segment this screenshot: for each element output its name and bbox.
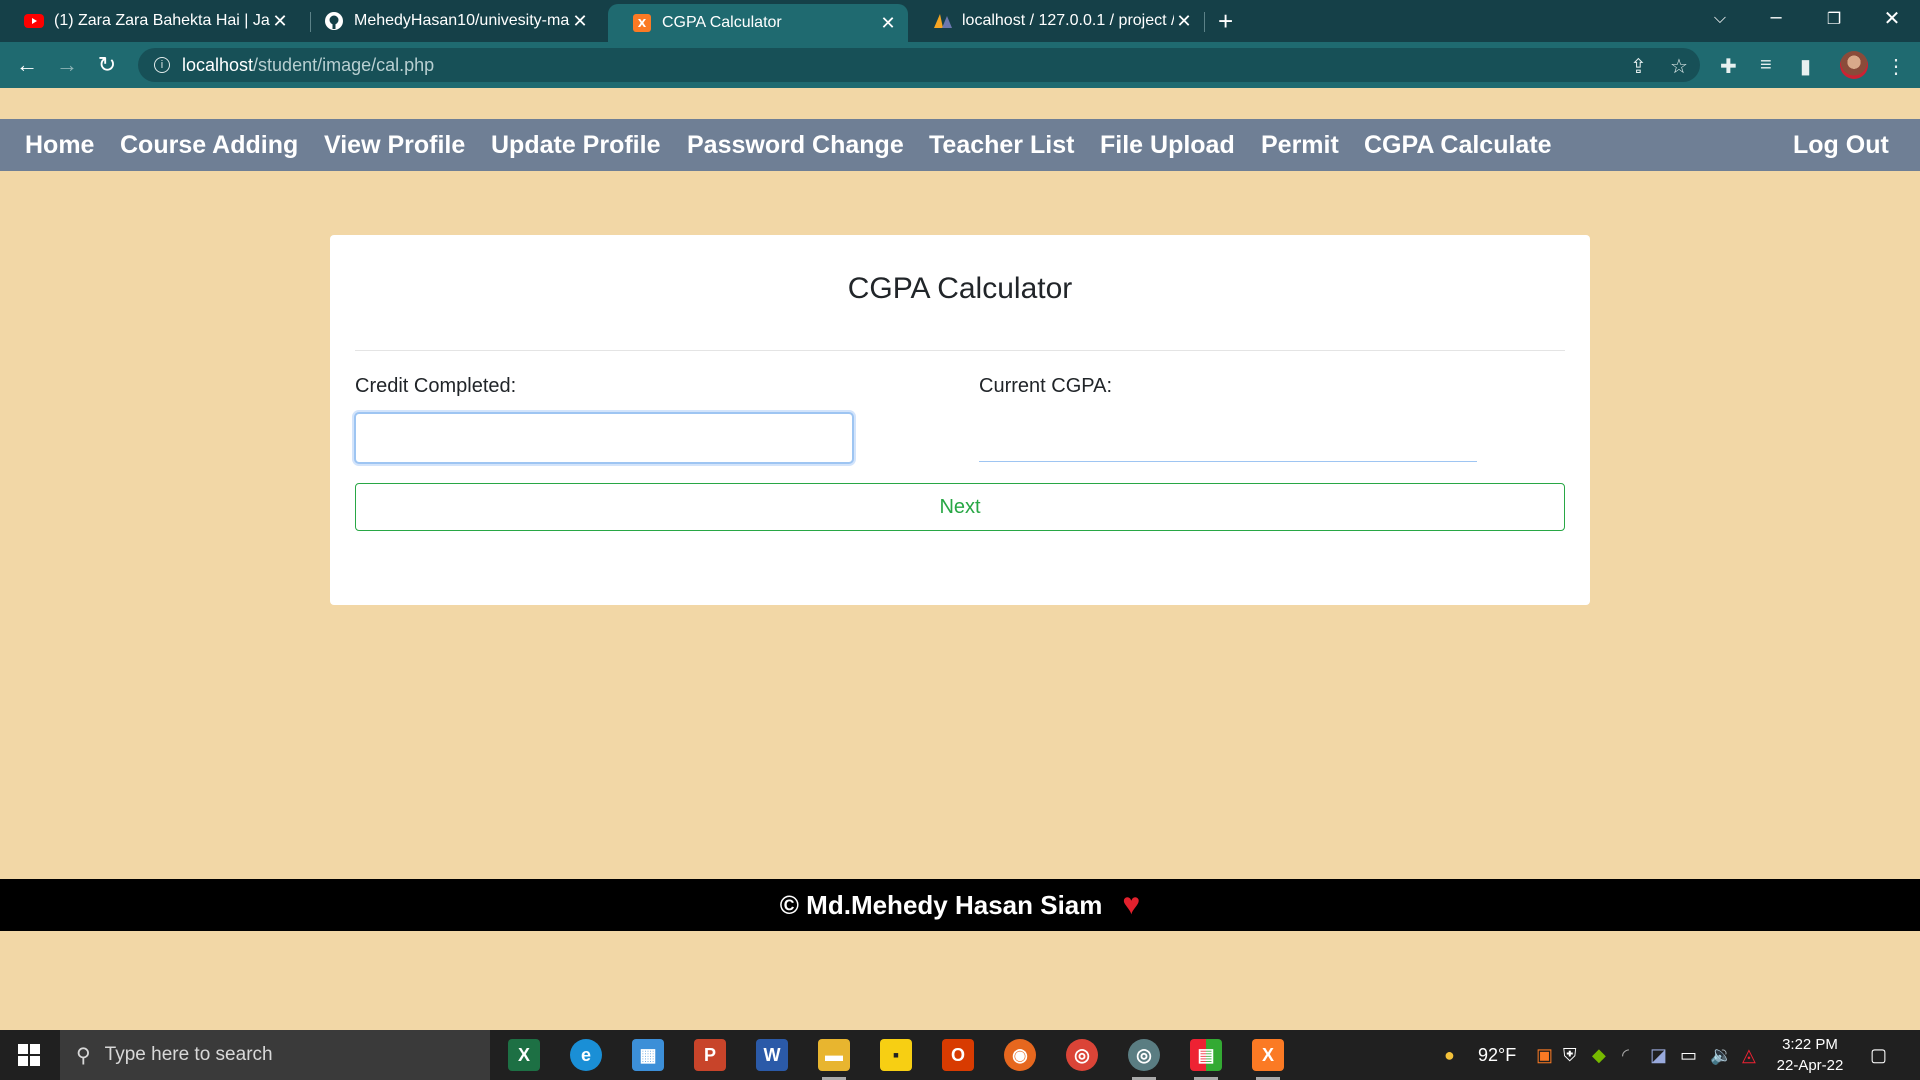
current-cgpa-label: Current CGPA: xyxy=(979,375,1112,397)
current-cgpa-input[interactable] xyxy=(979,412,1477,462)
xampp-tray-icon[interactable]: ▣ xyxy=(1536,1045,1553,1066)
side-panel-icon[interactable]: ▮ xyxy=(1800,54,1811,79)
nvidia-icon[interactable]: ◆ xyxy=(1592,1045,1606,1066)
tab-title: MehedyHasan10/univesity-mana xyxy=(354,12,570,29)
bookmark-star-icon[interactable]: ☆ xyxy=(1670,54,1688,79)
page-title: CGPA Calculator xyxy=(847,272,1073,305)
profile-avatar[interactable] xyxy=(1840,51,1868,79)
security-shield-icon[interactable]: ⛨ xyxy=(1563,1045,1577,1066)
browser-toolbar: ← → ↻ i localhost/student/image/cal.php … xyxy=(0,42,1920,88)
nav-cgpa-calculate[interactable]: CGPA Calculate xyxy=(1364,131,1552,160)
reload-icon[interactable]: ↻ xyxy=(92,52,122,78)
restore-button[interactable]: ❐ xyxy=(1814,9,1854,29)
volume-icon[interactable]: 🔉 xyxy=(1710,1045,1732,1066)
tab-title: localhost / 127.0.0.1 / project / tu xyxy=(962,12,1174,29)
defender-icon[interactable]: ◪ xyxy=(1650,1045,1667,1066)
browser-tab-bar: (1) Zara Zara Bahekta Hai | JalRaj ✕ Meh… xyxy=(0,0,1920,42)
url-host: localhost xyxy=(182,54,254,75)
nav-course-adding[interactable]: Course Adding xyxy=(120,131,298,160)
svg-text:X: X xyxy=(638,17,647,30)
close-tab-icon[interactable]: ✕ xyxy=(270,11,290,32)
nav-view-profile[interactable]: View Profile xyxy=(324,131,465,160)
chrome-icon[interactable]: ◎ xyxy=(1066,1039,1098,1071)
phpmyadmin-icon xyxy=(932,11,952,31)
tab-title: CGPA Calculator xyxy=(662,14,782,31)
nav-permit[interactable]: Permit xyxy=(1261,131,1339,160)
close-window-button[interactable]: ✕ xyxy=(1872,6,1912,31)
sticky-notes-icon[interactable]: ▪ xyxy=(880,1039,912,1071)
nav-update-profile[interactable]: Update Profile xyxy=(491,131,660,160)
xampp-icon: X xyxy=(632,13,652,33)
xampp-taskbar-icon[interactable]: X xyxy=(1252,1039,1284,1080)
extensions-puzzle-icon[interactable]: ✚ xyxy=(1720,54,1737,79)
nav-teacher-list[interactable]: Teacher List xyxy=(929,131,1074,160)
minimize-button[interactable]: – xyxy=(1756,6,1796,29)
heart-icon: ♥ xyxy=(1122,888,1141,921)
site-footer: © Md.Mehedy Hasan Siam ♥ xyxy=(0,879,1920,931)
cgpa-calculator-card: CGPA Calculator Credit Completed: Curren… xyxy=(330,235,1590,605)
file-explorer-icon[interactable]: ▬ xyxy=(818,1039,850,1080)
excel-icon[interactable]: X xyxy=(508,1039,540,1071)
weather-icon[interactable]: ● xyxy=(1444,1045,1455,1066)
nav-home[interactable]: Home xyxy=(25,131,94,160)
browser-tab-cgpa[interactable]: X CGPA Calculator ✕ xyxy=(608,4,908,42)
weather-temperature[interactable]: 92°F xyxy=(1478,1045,1516,1066)
clock-time: 3:22 PM xyxy=(1782,1036,1838,1053)
site-navbar: Home Course Adding View Profile Update P… xyxy=(0,119,1920,171)
windows-start-icon[interactable] xyxy=(18,1044,40,1066)
site-info-icon[interactable]: i xyxy=(154,57,170,73)
search-icon: ⚲ xyxy=(76,1044,91,1067)
media-queue-icon[interactable]: ≡ xyxy=(1760,54,1772,77)
browser-tab-github[interactable]: MehedyHasan10/univesity-mana ✕ xyxy=(300,0,600,42)
forward-arrow-icon[interactable]: → xyxy=(52,52,82,78)
credit-completed-label: Credit Completed: xyxy=(355,375,517,397)
nav-password-change[interactable]: Password Change xyxy=(687,131,904,160)
browser-tab-phpmyadmin[interactable]: localhost / 127.0.0.1 / project / tu ✕ xyxy=(908,0,1204,42)
chrome-profile-icon[interactable]: ◎ xyxy=(1128,1039,1160,1080)
close-tab-icon[interactable]: ✕ xyxy=(1174,11,1194,32)
close-tab-icon[interactable]: ✕ xyxy=(570,11,590,32)
windows-taskbar: ⚲ Type here to search X e ▦ P W ▬ ▪ O ◉ … xyxy=(0,1030,1920,1080)
tab-search-chevron-icon[interactable]: ⌵ xyxy=(1700,10,1740,28)
address-bar[interactable]: i localhost/student/image/cal.php xyxy=(138,48,1700,82)
notifications-icon[interactable]: ▢ xyxy=(1870,1045,1887,1066)
nav-file-upload[interactable]: File Upload xyxy=(1100,131,1235,160)
powerpoint-icon[interactable]: P xyxy=(694,1039,726,1071)
browser-tab-youtube[interactable]: (1) Zara Zara Bahekta Hai | JalRaj ✕ xyxy=(0,0,300,42)
office-icon[interactable]: O xyxy=(942,1039,974,1071)
youtube-icon xyxy=(24,11,44,31)
taskbar-search[interactable]: ⚲ Type here to search xyxy=(60,1030,490,1080)
wifi-icon[interactable]: ◜ xyxy=(1622,1045,1629,1066)
search-placeholder: Type here to search xyxy=(104,1044,273,1065)
pdf-tray-icon[interactable]: ◬ xyxy=(1742,1045,1756,1066)
divider xyxy=(355,350,1565,351)
word-icon[interactable]: W xyxy=(756,1039,788,1071)
close-tab-icon[interactable]: ✕ xyxy=(878,13,898,34)
tab-title: (1) Zara Zara Bahekta Hai | JalRaj xyxy=(54,12,270,29)
tab-separator xyxy=(1204,12,1205,32)
taskbar-clock[interactable]: 3:22 PM 22-Apr-22 xyxy=(1770,1034,1850,1076)
clock-date: 22-Apr-22 xyxy=(1776,1057,1844,1074)
back-arrow-icon[interactable]: ← xyxy=(12,52,42,78)
github-icon xyxy=(324,11,344,31)
url-path: /student/image/cal.php xyxy=(253,54,435,75)
edge-icon[interactable]: e xyxy=(570,1039,602,1071)
nav-log-out[interactable]: Log Out xyxy=(1793,131,1889,160)
winrar-icon[interactable]: ▤ xyxy=(1190,1039,1222,1080)
battery-icon[interactable]: ▭ xyxy=(1680,1045,1697,1066)
control-panel-icon[interactable]: ▦ xyxy=(632,1039,664,1071)
browser-menu-icon[interactable]: ⋮ xyxy=(1886,54,1906,79)
firefox-icon[interactable]: ◉ xyxy=(1004,1039,1036,1071)
footer-credit: © Md.Mehedy Hasan Siam xyxy=(779,889,1103,920)
next-button[interactable]: Next xyxy=(355,483,1565,531)
share-icon[interactable]: ⇪ xyxy=(1630,54,1647,79)
new-tab-button[interactable]: + xyxy=(1218,6,1233,37)
credit-completed-input[interactable] xyxy=(354,412,854,464)
